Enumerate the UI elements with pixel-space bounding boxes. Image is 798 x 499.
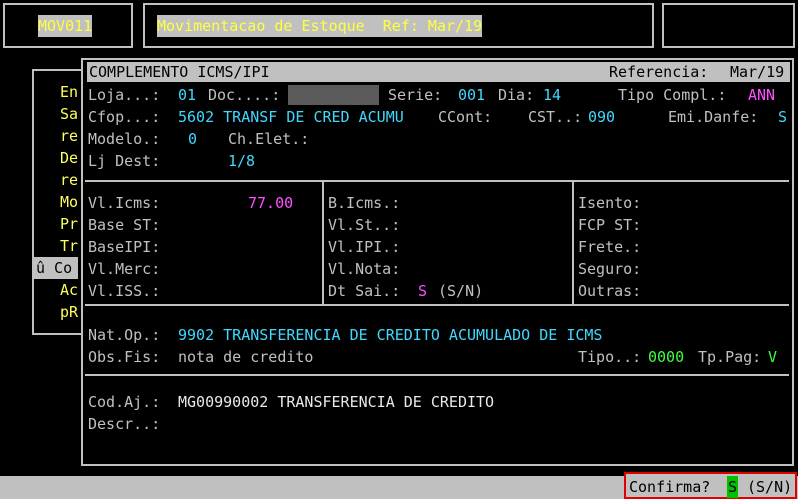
dia-label: Dia:: [498, 86, 535, 104]
doc-label: Doc....:: [208, 86, 281, 104]
tp-pag-label: Tp.Pag:: [698, 348, 762, 366]
vl-merc-label: Vl.Merc:: [88, 260, 161, 278]
side-menu-item[interactable]: Tr: [36, 235, 78, 257]
values-frame: [85, 180, 789, 306]
vl-st-label: Vl.St..:: [328, 216, 401, 234]
dialog-title-bar: COMPLEMENTO ICMS/IPI Referencia: Mar/19: [87, 62, 790, 82]
values-divider-1: [322, 182, 324, 304]
header-title: Movimentacao de Estoque Ref: Mar/19: [157, 15, 483, 37]
descr-label: Descr..:: [88, 415, 161, 433]
side-menu-item[interactable]: Mo: [36, 191, 78, 213]
frete-label: Frete.:: [578, 238, 642, 256]
lj-dest-value[interactable]: 1/8: [228, 150, 255, 172]
tp-pag-value[interactable]: V: [768, 346, 777, 368]
b-icms-label: B.Icms.:: [328, 194, 401, 212]
confirm-label: Confirma?: [629, 478, 711, 496]
referencia-label: Referencia:: [609, 63, 709, 81]
isento-label: Isento:: [578, 194, 642, 212]
vl-iss-label: Vl.ISS.:: [88, 282, 161, 300]
dt-sai-hint: (S/N): [438, 282, 484, 300]
vl-icms-label: Vl.Icms:: [88, 194, 161, 212]
side-menu-item[interactable]: De: [36, 147, 78, 169]
tipo-compl-value[interactable]: ANN: [748, 84, 775, 106]
side-menu-list: En Sa re De re Mo Pr Tr û Co Ac pR: [34, 81, 79, 323]
seguro-label: Seguro:: [578, 260, 642, 278]
dia-value[interactable]: 14: [543, 84, 561, 106]
modelo-label: Modelo.:: [88, 130, 161, 148]
side-menu-item[interactable]: Pr: [36, 213, 78, 235]
side-menu-item[interactable]: û Co: [34, 257, 79, 279]
ccont-label: CCont:: [438, 108, 493, 126]
confirm-box: Confirma? S (S/N): [624, 472, 797, 499]
tipo-label: Tipo..:: [578, 348, 642, 366]
dt-sai-value[interactable]: S: [418, 280, 427, 302]
fcp-st-label: FCP ST:: [578, 216, 642, 234]
nat-op-label: Nat.Op.:: [88, 326, 161, 344]
serie-label: Serie:: [388, 86, 443, 104]
cst-label: CST..:: [528, 108, 583, 126]
vl-nota-label: Vl.Nota:: [328, 260, 401, 278]
lj-dest-label: Lj Dest:: [88, 152, 161, 170]
dt-sai-label: Dt Sai.:: [328, 282, 401, 300]
cod-aj-label: Cod.Aj.:: [88, 393, 161, 411]
tipo-compl-label: Tipo Compl.:: [618, 86, 727, 104]
serie-value[interactable]: 001: [458, 84, 485, 106]
outras-label: Outras:: [578, 282, 642, 300]
program-code: MOV011: [38, 15, 93, 37]
tipo-value[interactable]: 0000: [648, 346, 684, 368]
loja-value[interactable]: 01: [178, 84, 196, 106]
cfop-value[interactable]: 5602 TRANSF DE CRED ACUMU: [178, 106, 404, 128]
obs-fis-value[interactable]: nota de credito: [178, 346, 313, 368]
side-menu-item[interactable]: pR: [36, 301, 78, 323]
obs-fis-label: Obs.Fis:: [88, 348, 161, 366]
base-ipi-label: BaseIPI:: [88, 238, 161, 256]
cod-aj-value[interactable]: MG00990002 TRANSFERENCIA DE CREDITO: [178, 391, 494, 413]
side-menu-item[interactable]: Sa: [36, 103, 78, 125]
side-menu-item[interactable]: En: [36, 81, 78, 103]
cod-aj-separator: [85, 374, 789, 376]
vl-icms-value[interactable]: 77.00: [248, 192, 293, 214]
doc-value-field[interactable]: [288, 85, 379, 105]
side-menu-item[interactable]: re: [36, 125, 78, 147]
side-menu-item[interactable]: Ac: [36, 279, 78, 301]
header-right-box: [662, 3, 795, 48]
emi-danfe-value[interactable]: S: [778, 106, 787, 128]
loja-label: Loja...:: [88, 86, 161, 104]
confirm-hint: (S/N): [747, 478, 793, 496]
cst-value[interactable]: 090: [588, 106, 615, 128]
complemento-dialog: COMPLEMENTO ICMS/IPI Referencia: Mar/19 …: [81, 58, 794, 466]
program-code-box: MOV011: [3, 3, 133, 48]
header-title-box: Movimentacao de Estoque Ref: Mar/19: [143, 3, 654, 48]
referencia-value: Mar/19: [730, 63, 785, 81]
dialog-title: COMPLEMENTO ICMS/IPI: [89, 63, 270, 81]
ch-elet-label: Ch.Elet.:: [228, 130, 310, 148]
side-menu-item[interactable]: re: [36, 169, 78, 191]
confirm-value[interactable]: S: [727, 476, 739, 498]
nat-op-value[interactable]: 9902 TRANSFERENCIA DE CREDITO ACUMULADO …: [178, 324, 602, 346]
values-divider-2: [572, 182, 574, 304]
modelo-value[interactable]: 0: [188, 128, 197, 150]
emi-danfe-label: Emi.Danfe:: [668, 108, 759, 126]
vl-ipi-label: Vl.IPI.:: [328, 238, 401, 256]
base-st-label: Base ST:: [88, 216, 161, 234]
cfop-label: Cfop...:: [88, 108, 161, 126]
